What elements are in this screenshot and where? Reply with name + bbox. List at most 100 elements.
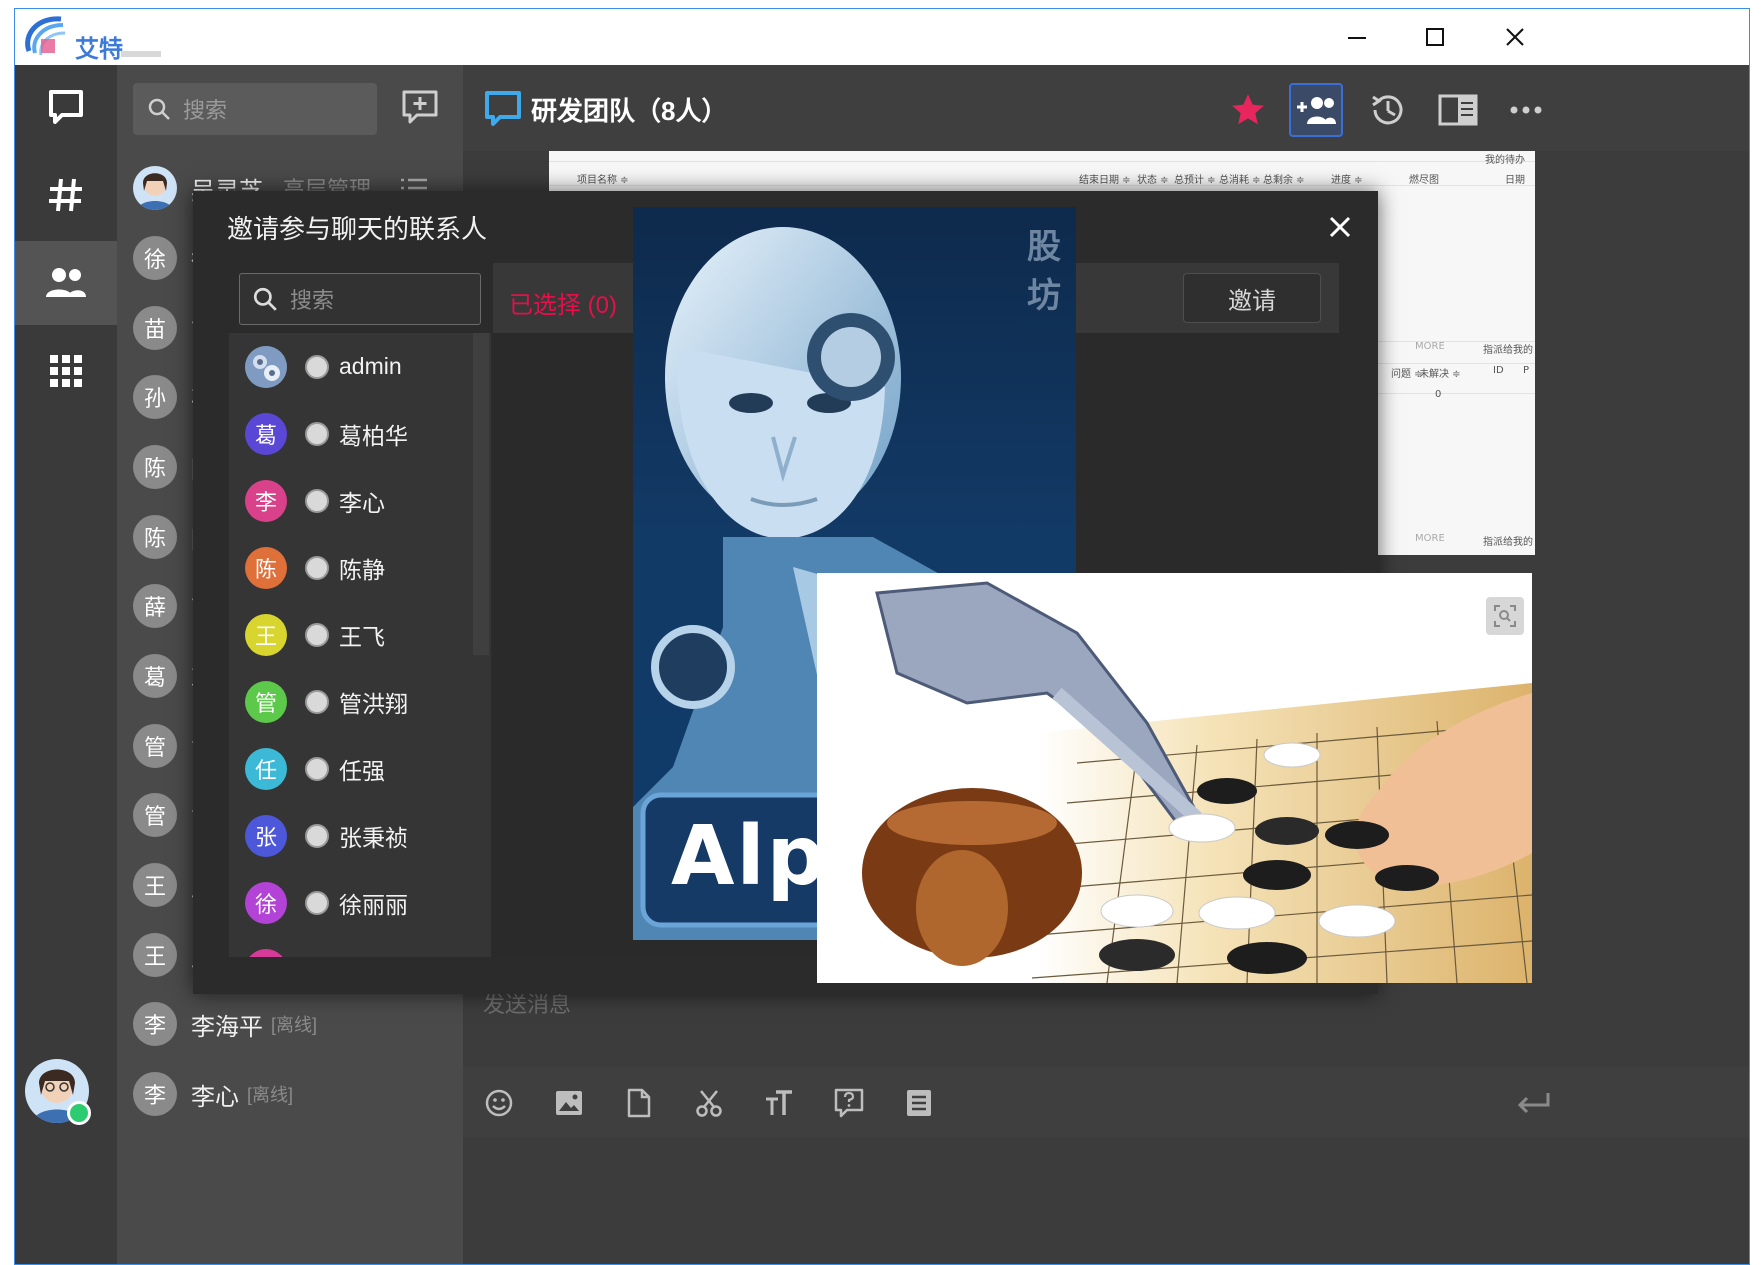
avatar: 任: [245, 747, 287, 790]
member-checkbox[interactable]: [305, 488, 329, 513]
selected-count: 已选择 (0): [509, 292, 617, 319]
member-row[interactable]: 葛 葛柏华: [229, 400, 473, 467]
notes-button[interactable]: [901, 1085, 937, 1121]
modal-close-button[interactable]: [1326, 213, 1354, 246]
file-button[interactable]: [621, 1085, 657, 1121]
doc-more: MORE: [1415, 533, 1445, 544]
member-row[interactable]: 李 李心: [229, 467, 473, 534]
zoom-button[interactable]: [1486, 597, 1524, 635]
image-button[interactable]: [551, 1085, 587, 1121]
member-row[interactable]: 王 王飞: [229, 601, 473, 668]
member-name: 葛柏华: [339, 422, 408, 449]
contact-row[interactable]: 李李海平 [离线]: [117, 989, 463, 1059]
avatar: 葛: [245, 412, 287, 455]
member-search-input[interactable]: 搜索: [239, 273, 481, 325]
robot-caption: 股坊: [1027, 228, 1061, 315]
sidebar-toggle-button[interactable]: [1431, 83, 1485, 137]
app-logo: 艾特: [21, 13, 181, 63]
member-checkbox[interactable]: [305, 622, 329, 647]
member-row[interactable]: admin: [229, 333, 473, 400]
nav-apps[interactable]: [15, 329, 117, 413]
add-chat-icon: [402, 90, 438, 124]
modal-title: 邀请参与聊天的联系人: [227, 214, 488, 244]
invite-members-button[interactable]: [1289, 83, 1343, 137]
go-game-image: [817, 573, 1532, 983]
avatar: 管: [245, 680, 287, 723]
member-checkbox[interactable]: [305, 823, 329, 848]
nav-contacts[interactable]: [15, 241, 117, 325]
doc-more: MORE: [1415, 341, 1445, 352]
member-name: 任强: [339, 757, 385, 784]
member-name: 陈静: [339, 556, 385, 583]
member-checkbox[interactable]: [305, 689, 329, 714]
member-checkbox[interactable]: [305, 890, 329, 915]
avatar: 王: [245, 613, 287, 656]
avatar: 李: [133, 1072, 177, 1116]
sidebar-search-input[interactable]: 搜索: [133, 83, 377, 135]
member-search-placeholder: 搜索: [290, 288, 335, 313]
member-checkbox[interactable]: [305, 421, 329, 446]
image-icon: [556, 1091, 582, 1115]
chat-bubble-icon: [49, 90, 83, 124]
search-icon: [148, 98, 170, 120]
notes-icon: [907, 1090, 931, 1116]
group-chat-icon: [485, 91, 521, 126]
text-format-button[interactable]: [761, 1085, 797, 1121]
member-row[interactable]: 陈 陈静: [229, 534, 473, 601]
member-checkbox[interactable]: [305, 555, 329, 580]
member-name: 张秉祯: [339, 824, 408, 851]
online-status-dot: [67, 1101, 91, 1125]
title-bar: 艾特: [15, 9, 1749, 65]
member-list-scrollbar[interactable]: [473, 333, 489, 655]
member-name: 徐丽丽: [339, 891, 408, 918]
avatar: [133, 166, 177, 210]
doc-col: 燃尽图: [1409, 175, 1439, 186]
avatar: 葛: [133, 654, 177, 698]
doc-col: 总剩余 ≑: [1263, 175, 1305, 186]
chat-toolbar: [463, 1067, 1749, 1137]
member-row[interactable]: [229, 936, 473, 957]
avatar: 管: [133, 724, 177, 768]
minimize-button[interactable]: [1337, 21, 1377, 53]
history-button[interactable]: [1361, 83, 1415, 137]
nav-channels[interactable]: [15, 153, 117, 237]
avatar: 管: [133, 793, 177, 837]
question-button[interactable]: [831, 1085, 867, 1121]
avatar: 陈: [245, 546, 287, 589]
contact-row[interactable]: 李李心 [离线]: [117, 1059, 463, 1129]
member-checkbox[interactable]: [305, 354, 329, 379]
emoji-button[interactable]: [481, 1085, 517, 1121]
favorite-button[interactable]: [1221, 83, 1275, 137]
close-icon: [1329, 216, 1351, 238]
new-chat-button[interactable]: [401, 89, 439, 132]
sidebar-search-placeholder: 搜索: [183, 98, 228, 123]
search-icon: [253, 287, 277, 311]
more-button[interactable]: [1499, 83, 1553, 137]
doc-problem-col: 问题 ≑: [1391, 369, 1423, 380]
close-button[interactable]: [1495, 21, 1535, 53]
invite-button[interactable]: 邀请: [1183, 273, 1321, 323]
avatar: 孙: [133, 375, 177, 419]
people-icon: [46, 268, 86, 297]
member-checkbox[interactable]: [305, 756, 329, 781]
doc-side-col: 日期: [1505, 175, 1525, 186]
member-list: admin 葛 葛柏华 李 李心 陈 陈静 王 王飞 管 管洪翔 任 任强 张 张秉祯 徐 徐丽…: [229, 333, 491, 957]
member-row[interactable]: 任 任强: [229, 735, 473, 802]
doc-zero: 0: [1435, 389, 1442, 400]
avatar: 张: [245, 814, 287, 857]
nav-chat[interactable]: [15, 65, 117, 149]
doc-col: 项目名称 ≑: [577, 175, 629, 186]
avatar: 苗: [133, 306, 177, 350]
contact-name: 李海平: [191, 1013, 263, 1041]
member-name: 李心: [339, 489, 385, 516]
screenshot-button[interactable]: [691, 1085, 727, 1121]
member-row[interactable]: 管 管洪翔: [229, 668, 473, 735]
question-bubble-icon: [834, 1088, 864, 1118]
emoji-icon: [485, 1089, 513, 1117]
avatar: 徐: [245, 881, 287, 924]
send-button[interactable]: [1513, 1085, 1553, 1121]
member-row[interactable]: 徐 徐丽丽: [229, 869, 473, 936]
chat-header: 研发团队（8人）: [463, 65, 1749, 151]
member-row[interactable]: 张 张秉祯: [229, 802, 473, 869]
maximize-button[interactable]: [1415, 21, 1455, 53]
